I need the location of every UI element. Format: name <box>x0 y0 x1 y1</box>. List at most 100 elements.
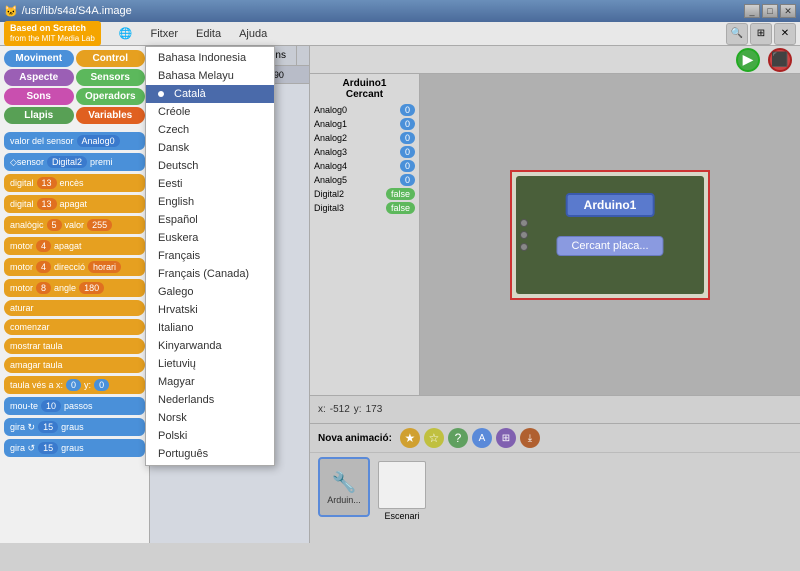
sensor-digital3-label: Digital3 <box>314 203 344 213</box>
category-tabs: Moviment Control Aspecte Sensors Sons Op… <box>0 46 149 128</box>
menu-bar: Based on Scratch from the MIT Media Lab … <box>0 22 800 46</box>
block-analogic-valor[interactable]: analògic 5 valor 255 <box>4 216 145 234</box>
block-sensor-analog0[interactable]: valor del sensor Analog0 <box>4 132 145 150</box>
language-option[interactable]: Português (Brasil) <box>146 463 274 466</box>
go-button[interactable]: ▶ <box>736 48 760 72</box>
block-motor-direccio[interactable]: motor 4 direcció horari <box>4 258 145 276</box>
arduino-sprite-label: Arduin... <box>327 495 361 505</box>
block-mostrar-taula[interactable]: mostrar taula <box>4 338 145 354</box>
sensor-analog1-label: Analog1 <box>314 119 347 129</box>
block-moute-passos[interactable]: mou-te 10 passos <box>4 397 145 415</box>
language-option[interactable]: Català <box>146 85 274 103</box>
stage-toolbar: ▶ ⬛ <box>310 46 800 74</box>
block-digital-apagat[interactable]: digital 13 apagat <box>4 195 145 213</box>
add-sprite-text-button[interactable]: A <box>472 428 492 448</box>
add-sprite-star-button[interactable]: ★ <box>400 428 420 448</box>
add-sprite-copy-button[interactable]: ⊞ <box>496 428 516 448</box>
language-option[interactable]: Deutsch <box>146 157 274 175</box>
add-sprite-import-button[interactable]: ⤓ <box>520 428 540 448</box>
stop-button[interactable]: ⬛ <box>768 48 792 72</box>
cat-moviment[interactable]: Moviment <box>4 50 74 67</box>
block-digital-ences[interactable]: digital 13 encès <box>4 174 145 192</box>
arduino-sprite-icon: 🔧 <box>332 470 357 495</box>
sensor-analog3-label: Analog3 <box>314 147 347 157</box>
language-option[interactable]: Créole <box>146 103 274 121</box>
language-option[interactable]: Norsk <box>146 409 274 427</box>
sensor-digital2-value: false <box>386 188 415 200</box>
cat-control[interactable]: Control <box>76 50 146 67</box>
zoom-in-icon[interactable]: 🔍 <box>726 23 748 45</box>
block-gira-dreta[interactable]: gira ↻ 15 graus <box>4 418 145 436</box>
language-option[interactable]: Eesti <box>146 175 274 193</box>
sprites-area: 🔧 Arduin... Escenari <box>310 453 800 525</box>
sensor-analog0-value: 0 <box>400 104 415 116</box>
close-button[interactable]: ✕ <box>780 4 796 18</box>
language-option[interactable]: English <box>146 193 274 211</box>
maximize-button[interactable]: □ <box>762 4 778 18</box>
language-option[interactable]: Polski <box>146 427 274 445</box>
language-option[interactable]: Dansk <box>146 139 274 157</box>
language-option[interactable]: Kinyarwanda <box>146 337 274 355</box>
globe-menu-item[interactable]: 🌐 <box>111 25 141 42</box>
language-option[interactable]: Español <box>146 211 274 229</box>
block-motor-apagat[interactable]: motor 4 apagat <box>4 237 145 255</box>
language-option[interactable]: Magyar <box>146 373 274 391</box>
ajuda-menu[interactable]: Ajuda <box>231 26 275 42</box>
language-option[interactable]: Nederlands <box>146 391 274 409</box>
cat-llapis[interactable]: Llapis <box>4 107 74 124</box>
language-option[interactable]: Euskera <box>146 229 274 247</box>
sensor-digital2-label: Digital2 <box>314 189 344 199</box>
language-option[interactable]: Italiano <box>146 319 274 337</box>
copy-icon[interactable]: ⊞ <box>750 23 772 45</box>
stage-canvas: Arduino1 Cercant placa... <box>420 74 800 395</box>
arduino-sprite-thumb[interactable]: 🔧 Arduin... <box>318 457 370 517</box>
language-option[interactable]: Galego <box>146 283 274 301</box>
block-motor-angle[interactable]: motor 8 angle 180 <box>4 279 145 297</box>
cat-sensors[interactable]: Sensors <box>76 69 146 86</box>
coords-display: x: <box>318 404 326 415</box>
sensor-analog4-label: Analog4 <box>314 161 347 171</box>
language-option[interactable]: Czech <box>146 121 274 139</box>
title-icon: 🐱 <box>4 5 18 18</box>
block-comenzar[interactable]: comenzar <box>4 319 145 335</box>
escenari-thumb[interactable] <box>378 461 426 509</box>
edita-menu[interactable]: Edita <box>188 26 229 42</box>
add-sprite-empty-button[interactable]: ☆ <box>424 428 444 448</box>
stage-bottom: x: -512 y: 173 <box>310 395 800 423</box>
x-coord: -512 <box>330 404 350 415</box>
cat-variables[interactable]: Variables <box>76 107 146 124</box>
window-title: /usr/lib/s4a/S4A.image <box>22 5 132 17</box>
minimize-button[interactable]: _ <box>744 4 760 18</box>
board-outline: Arduino1 Cercant placa... <box>510 170 710 300</box>
block-gira-esquerra[interactable]: gira ↺ 15 graus <box>4 439 145 457</box>
block-taula-ves[interactable]: taula vés a x: 0 y: 0 <box>4 376 145 394</box>
right-panel: ▶ ⬛ Arduino1 Cercant Analog0 0 Analog1 0 <box>310 46 800 543</box>
language-option[interactable]: Bahasa Melayu <box>146 67 274 85</box>
language-option[interactable]: Français (Canada) <box>146 265 274 283</box>
fitxer-menu[interactable]: Fitxer <box>142 26 186 42</box>
block-amagar-taula[interactable]: amagar taula <box>4 357 145 373</box>
cat-operadors[interactable]: Operadors <box>76 88 146 105</box>
language-option[interactable]: Bahasa Indonesia <box>146 49 274 67</box>
cat-aspecte[interactable]: Aspecte <box>4 69 74 86</box>
language-option[interactable]: Français <box>146 247 274 265</box>
sensor-analog2-label: Analog2 <box>314 133 347 143</box>
block-aturar[interactable]: aturar <box>4 300 145 316</box>
add-sprite-camera-button[interactable]: ? <box>448 428 468 448</box>
sensor-analog4-value: 0 <box>400 160 415 172</box>
arduino-panel: Arduino1 Cercant Analog0 0 Analog1 0 Ana… <box>310 74 420 395</box>
nova-animacio-label: Nova animació: <box>318 433 392 444</box>
logo-line1: Based on Scratch <box>10 23 95 34</box>
language-option[interactable]: Hrvatski <box>146 301 274 319</box>
delete-icon[interactable]: ✕ <box>774 23 796 45</box>
sensor-analog1-row: Analog1 0 <box>314 118 415 130</box>
stage-content: Arduino1 Cercant Analog0 0 Analog1 0 Ana… <box>310 74 800 395</box>
language-option[interactable]: Português <box>146 445 274 463</box>
sensor-analog5-row: Analog5 0 <box>314 174 415 186</box>
sensor-analog0-label: Analog0 <box>314 105 347 115</box>
language-dropdown[interactable]: Bahasa IndonesiaBahasa MelayuCatalàCréol… <box>145 46 275 466</box>
arduino-name-badge: Arduino1 <box>566 193 655 217</box>
language-option[interactable]: Lietuvių <box>146 355 274 373</box>
cat-sons[interactable]: Sons <box>4 88 74 105</box>
block-sensor-digital2[interactable]: ◇sensor Digital2 premi <box>4 153 145 171</box>
